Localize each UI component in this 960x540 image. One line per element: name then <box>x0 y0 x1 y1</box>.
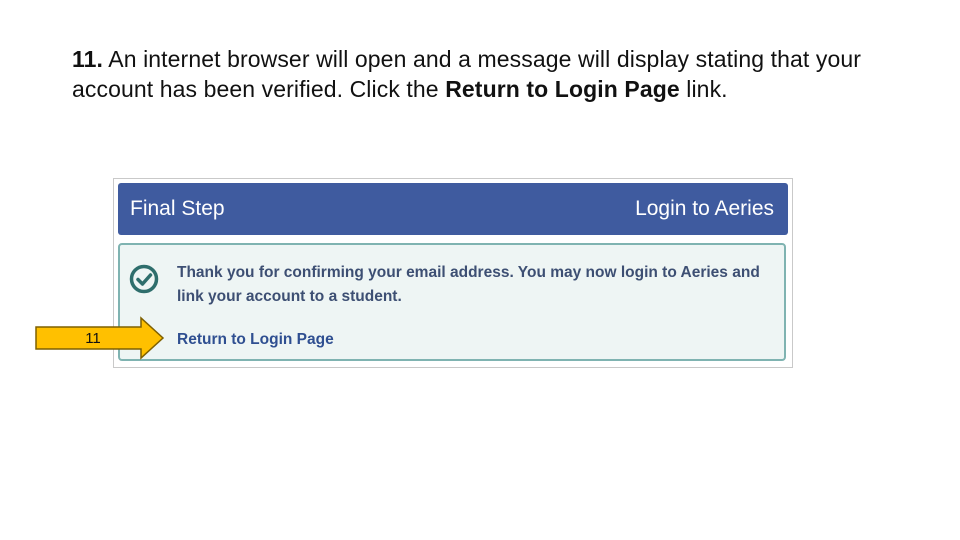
verification-screenshot: Final Step Login to Aeries Thank you for… <box>113 178 793 368</box>
return-to-login-link[interactable]: Return to Login Page <box>177 331 334 349</box>
step-number: 11. <box>72 46 104 72</box>
step-callout-number: 11 <box>85 330 101 347</box>
confirmation-message: Thank you for confirming your email addr… <box>177 264 760 305</box>
login-to-aeries-link[interactable]: Login to Aeries <box>635 197 774 221</box>
slide: 11. An internet browser will open and a … <box>0 0 960 540</box>
instruction-text: 11. An internet browser will open and a … <box>72 44 912 104</box>
header-title: Final Step <box>130 197 225 220</box>
final-step-header: Final Step Login to Aeries <box>118 183 788 235</box>
confirmation-panel: Thank you for confirming your email addr… <box>118 243 786 361</box>
check-circle-icon <box>129 264 159 294</box>
instruction-link-name: Return to Login Page <box>445 76 680 102</box>
instruction-tail: link. <box>686 76 728 102</box>
step-callout: 11 <box>35 316 167 360</box>
